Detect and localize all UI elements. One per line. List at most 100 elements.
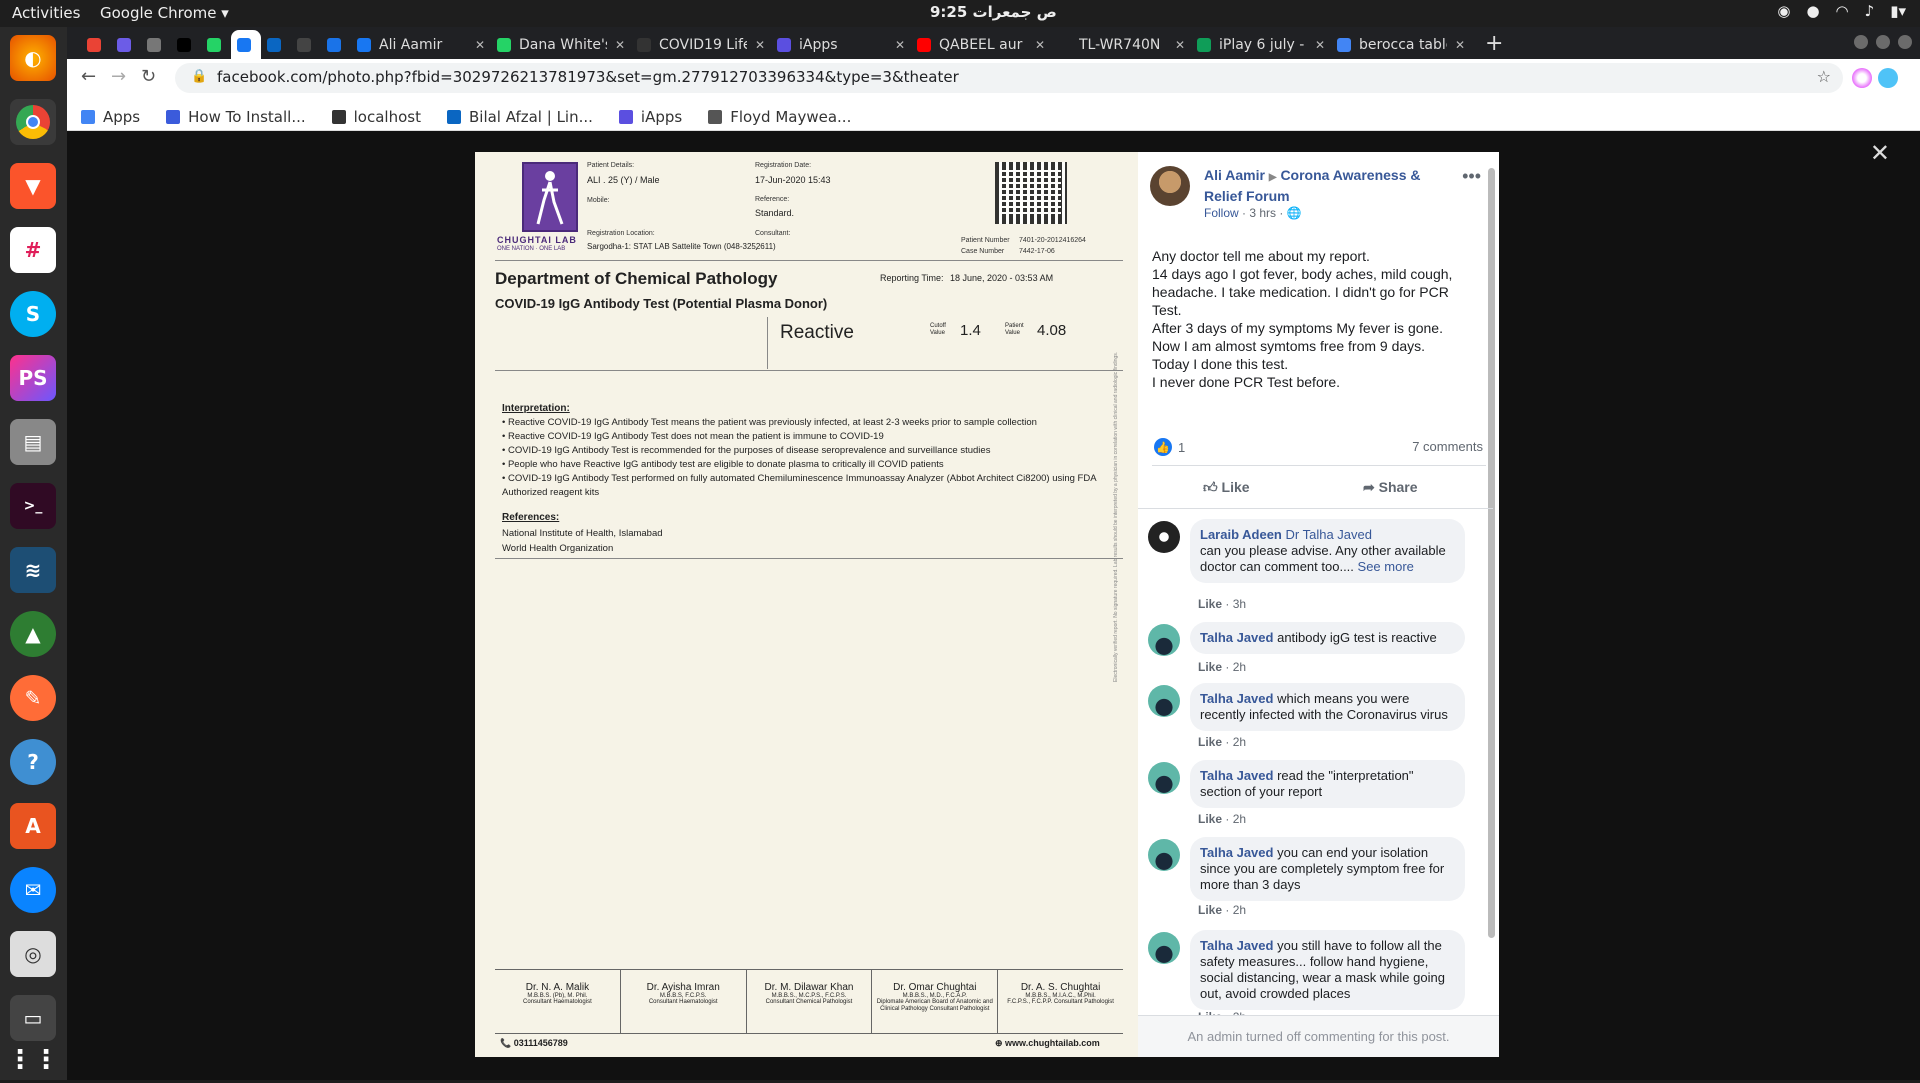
commenter-avatar[interactable] [1148, 762, 1180, 794]
tab[interactable]: Dana White's In ✕ [491, 30, 631, 59]
phpstorm-icon[interactable]: PS [10, 355, 56, 401]
bookmark-item[interactable]: iApps [618, 103, 682, 130]
tab-close-icon[interactable]: ✕ [1175, 38, 1185, 52]
comment-time[interactable]: 3h [1233, 597, 1246, 611]
tab[interactable] [291, 30, 321, 59]
comments-count[interactable]: 7 comments [1412, 439, 1483, 454]
tab-close-icon[interactable]: ✕ [475, 38, 485, 52]
tab-close-icon[interactable]: ✕ [615, 38, 625, 52]
thunderbird-icon[interactable]: ✉ [10, 867, 56, 913]
tab[interactable] [261, 30, 291, 59]
tab[interactable]: berocca tablet ✕ [1331, 30, 1471, 59]
app-menu[interactable]: Google Chrome ▾ [100, 4, 229, 22]
tab-close-icon[interactable]: ✕ [895, 38, 905, 52]
lab-report-photo[interactable]: CHUGHTAI LAB ONE NATION · ONE LAB Patien… [475, 152, 1138, 1057]
terminal-icon[interactable]: >_ [10, 483, 56, 529]
system-tray[interactable]: ◉ ● ◠ ♪ ▮▾ [1777, 2, 1906, 20]
comment-author[interactable]: Laraib Adeen [1200, 527, 1282, 542]
battery-icon[interactable]: ▮▾ [1890, 2, 1906, 20]
tab[interactable] [201, 30, 231, 59]
help-icon[interactable]: ? [10, 739, 56, 785]
activities-button[interactable]: Activities [12, 4, 80, 22]
share-button[interactable]: ➦ Share [1363, 479, 1418, 496]
android-icon[interactable]: ▲ [10, 611, 56, 657]
tab[interactable] [81, 30, 111, 59]
comment-like-link[interactable]: Like [1198, 812, 1222, 826]
comment-mention[interactable]: Dr Talha Javed [1286, 527, 1372, 542]
bookmark-item[interactable]: How To Install... [166, 103, 306, 130]
url-text[interactable]: facebook.com/photo.php?fbid=302972621378… [217, 68, 959, 86]
extension-icon[interactable] [1852, 68, 1872, 88]
bookmark-item[interactable]: localhost [331, 103, 421, 130]
postman-icon[interactable]: ✎ [10, 675, 56, 721]
comment-time[interactable]: 2h [1233, 660, 1246, 674]
chrome-tray-icon[interactable]: ◉ [1777, 2, 1790, 20]
clock[interactable]: 9:25 ص جمعرات [930, 3, 1057, 21]
bookmark-item[interactable]: Apps [81, 103, 140, 130]
comment-time[interactable]: 2h [1233, 735, 1246, 749]
commenter-avatar[interactable] [1148, 624, 1180, 656]
maximize-button[interactable] [1876, 35, 1890, 49]
follow-link[interactable]: Follow [1204, 206, 1239, 220]
tab-close-icon[interactable]: ✕ [1035, 38, 1045, 52]
volume-icon[interactable]: ♪ [1865, 2, 1875, 20]
author-avatar[interactable] [1150, 166, 1190, 206]
tab[interactable]: TL-WR740N ✕ [1051, 30, 1191, 59]
comment-author[interactable]: Talha Javed [1200, 845, 1273, 860]
comment-time[interactable]: 2h [1233, 812, 1246, 826]
back-icon[interactable]: ← [81, 66, 96, 87]
tab-close-icon[interactable]: ✕ [1315, 38, 1325, 52]
commenter-avatar[interactable] [1148, 839, 1180, 871]
new-tab-button[interactable]: + [1485, 31, 1503, 56]
post-time[interactable]: 3 hrs [1249, 206, 1276, 220]
reactions[interactable]: 👍 1 [1154, 438, 1185, 456]
tab-active[interactable] [231, 30, 261, 59]
comment-time[interactable]: 2h [1233, 903, 1246, 917]
scrollbar[interactable] [1488, 168, 1495, 938]
minimize-button[interactable] [1854, 35, 1868, 49]
close-icon[interactable]: ✕ [1870, 139, 1890, 167]
commenter-avatar[interactable] [1148, 932, 1180, 964]
comment-like-link[interactable]: Like [1198, 597, 1222, 611]
like-button[interactable]: 👍︎ Like [1203, 479, 1250, 496]
author-name[interactable]: Ali Aamir [1204, 167, 1265, 183]
tab[interactable] [321, 30, 351, 59]
screenshot-icon[interactable]: ▭ [10, 995, 56, 1041]
tab[interactable]: QABEEL aur HA ✕ [911, 30, 1051, 59]
show-apps-icon[interactable]: ⋮⋮ [7, 1037, 59, 1083]
comment-author[interactable]: Talha Javed [1200, 938, 1273, 953]
tab[interactable] [141, 30, 171, 59]
more-options-icon[interactable]: ••• [1462, 166, 1481, 187]
software-center-icon[interactable]: A [10, 803, 56, 849]
tab-close-icon[interactable]: ✕ [755, 38, 765, 52]
files-icon[interactable]: ▤ [10, 419, 56, 465]
comment-like-link[interactable]: Like [1198, 735, 1222, 749]
comment-author[interactable]: Talha Javed [1200, 630, 1273, 645]
bookmark-item[interactable]: Floyd Maywea... [708, 103, 851, 130]
comment-author[interactable]: Talha Javed [1200, 768, 1273, 783]
comment-like-link[interactable]: Like [1198, 903, 1222, 917]
tab-close-icon[interactable]: ✕ [1455, 38, 1465, 52]
brave-icon[interactable]: ▼ [10, 163, 56, 209]
tab[interactable]: COVID19 Life Sa ✕ [631, 30, 771, 59]
tab[interactable] [171, 30, 201, 59]
commenter-avatar[interactable] [1148, 685, 1180, 717]
address-bar[interactable]: 🔒 facebook.com/photo.php?fbid=3029726213… [175, 63, 1843, 93]
slack-icon[interactable]: # [10, 227, 56, 273]
reload-icon[interactable]: ↻ [141, 66, 156, 87]
comment-like-link[interactable]: Like [1198, 660, 1222, 674]
bookmark-star-icon[interactable]: ☆ [1817, 67, 1831, 86]
wifi-icon[interactable]: ◠ [1836, 2, 1849, 20]
lock-icon[interactable]: 🔒 [191, 69, 207, 84]
rhythmbox-icon[interactable]: ◎ [10, 931, 56, 977]
bookmark-item[interactable]: Bilal Afzal | Lin... [446, 103, 593, 130]
close-window-button[interactable] [1898, 35, 1912, 49]
forward-icon[interactable]: → [111, 66, 126, 87]
tab[interactable]: iPlay 6 july - Go ✕ [1191, 30, 1331, 59]
tab[interactable] [111, 30, 141, 59]
tab[interactable]: iApps ✕ [771, 30, 911, 59]
extension-icon[interactable] [1878, 68, 1898, 88]
comment-author[interactable]: Talha Javed [1200, 691, 1273, 706]
tab[interactable]: Ali Aamir ✕ [351, 30, 491, 59]
skype-icon[interactable]: S [10, 291, 56, 337]
